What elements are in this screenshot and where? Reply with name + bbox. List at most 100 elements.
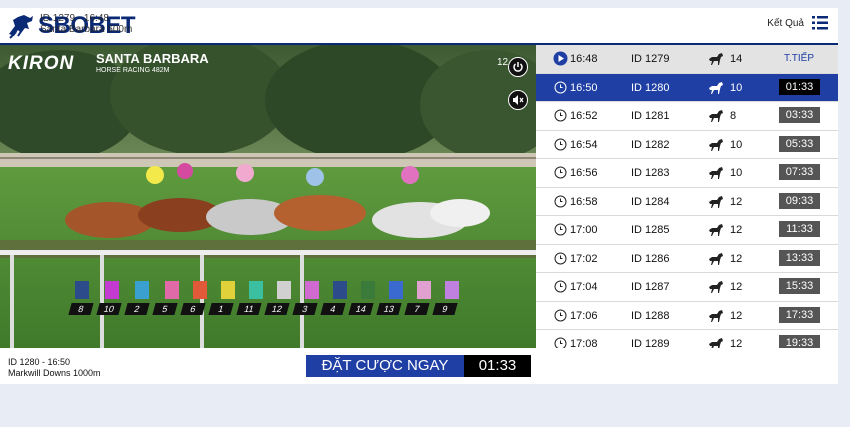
race-row[interactable]: 16:56 ID 1283 10 07:33 <box>536 159 838 188</box>
runner-number-badge: 7 <box>404 303 430 315</box>
race-row[interactable]: 16:50 ID 1280 10 01:33 <box>536 73 838 102</box>
horse-icon <box>709 281 723 293</box>
race-id: ID 1279 <box>631 53 670 65</box>
horse-logo-icon <box>9 15 33 39</box>
race-status-label: T.TIẾP <box>784 53 815 64</box>
speaker-muted-icon <box>513 95 524 105</box>
race-row[interactable]: 16:52 ID 1281 8 03:33 <box>536 102 838 131</box>
power-button[interactable] <box>508 57 528 77</box>
race-id: ID 1288 <box>631 309 670 322</box>
horse-icon <box>709 138 723 151</box>
runner-number-badge: 11 <box>236 303 262 315</box>
race-time: 17:04 <box>570 281 598 293</box>
horse-icon <box>709 224 723 236</box>
race-countdown-badge: 07:33 <box>779 164 820 180</box>
runner-number-badge: 8 <box>68 303 94 315</box>
race-id: ID 1282 <box>631 138 670 151</box>
race-time: 16:50 <box>570 81 598 94</box>
race-id: ID 1281 <box>631 110 670 122</box>
runner-number-badge: 9 <box>432 303 458 315</box>
race-row[interactable]: 17:00 ID 1285 12 11:33 <box>536 216 838 245</box>
video-timer: 12 <box>497 57 509 68</box>
runner-number-badge: 13 <box>376 303 402 315</box>
overlay-race-id: ID 1279 - 16:48 <box>40 13 109 24</box>
clock-icon <box>554 223 567 236</box>
runner-count: 12 <box>730 309 743 322</box>
results-label: Kết Quả <box>767 17 804 29</box>
clock-icon <box>554 252 567 264</box>
clock-icon <box>554 280 567 293</box>
clock-icon <box>554 166 567 179</box>
clock-icon <box>554 309 567 321</box>
race-row[interactable]: 16:48 ID 1279 14 T.TIẾP <box>536 45 838 74</box>
power-icon <box>513 62 523 72</box>
bottom-bar: ID 1280 - 16:50 Markwill Downs 1000m ĐẶT… <box>0 348 838 384</box>
overlay-race-venue: Santa Barbara 600m <box>40 24 133 35</box>
runner-number-badge: 4 <box>320 303 346 315</box>
race-countdown-badge: 13:33 <box>779 249 820 266</box>
venue-name: SANTA BARBARA <box>96 51 209 66</box>
runner-number-badge: 2 <box>124 303 150 315</box>
current-race-id: ID 1280 - 16:50 <box>8 357 71 367</box>
runner-number-row: 8 10 2 5 6 1 11 12 3 4 14 13 7 9 <box>68 303 458 315</box>
header: SBOBET ID 1279 - 16:48 Santa Barbara 600… <box>0 8 838 44</box>
race-time: 16:56 <box>570 167 598 179</box>
runner-count: 14 <box>730 53 743 65</box>
list-menu-icon <box>812 16 828 30</box>
runner-number-badge: 10 <box>96 303 122 315</box>
venue-subtitle: HORSE RACING 482M <box>96 67 170 74</box>
race-row[interactable]: 16:58 ID 1284 12 09:33 <box>536 187 838 216</box>
race-countdown-badge: 01:33 <box>779 78 820 95</box>
race-time: 16:54 <box>570 138 598 151</box>
race-countdown-badge: 15:33 <box>779 278 820 294</box>
bet-now-button[interactable]: ĐẶT CƯỢC NGAY <box>306 355 464 377</box>
race-row[interactable]: 17:02 ID 1286 12 13:33 <box>536 244 838 273</box>
runner-number-badge: 12 <box>264 303 290 315</box>
current-race-info: ID 1280 - 16:50 Markwill Downs 1000m <box>8 357 101 379</box>
horse-icon <box>709 309 723 322</box>
race-countdown-badge: 17:33 <box>779 306 820 323</box>
results-button[interactable]: Kết Quả <box>767 16 828 30</box>
race-time: 17:00 <box>570 224 598 236</box>
race-time: 16:58 <box>570 195 598 208</box>
clock-icon <box>554 138 567 150</box>
overlay-race-info: ID 1279 - 16:48 Santa Barbara 600m <box>40 13 132 35</box>
race-id: ID 1283 <box>631 167 670 179</box>
horse-icon <box>709 195 723 208</box>
race-time: 17:02 <box>570 252 598 265</box>
race-id: ID 1284 <box>631 195 670 208</box>
runner-number-badge: 3 <box>292 303 318 315</box>
race-id: ID 1287 <box>631 281 670 293</box>
race-countdown-badge: 03:33 <box>779 107 820 123</box>
horse-icon <box>709 167 723 179</box>
race-countdown-badge: 11:33 <box>779 221 820 237</box>
mute-button[interactable] <box>508 90 528 110</box>
race-video[interactable]: KIRON SANTA BARBARA HORSE RACING 482M 12… <box>0 45 536 348</box>
horse-icon <box>709 110 723 122</box>
runner-count: 12 <box>730 252 743 265</box>
bet-countdown: 01:33 <box>464 355 531 377</box>
race-row[interactable]: 17:06 ID 1288 12 17:33 <box>536 301 838 330</box>
race-row[interactable]: 17:04 ID 1287 12 15:33 <box>536 273 838 302</box>
race-id: ID 1280 <box>631 81 670 94</box>
race-countdown-badge: 09:33 <box>779 192 820 209</box>
runner-count: 8 <box>730 110 737 122</box>
runner-number-badge: 1 <box>208 303 234 315</box>
runner-number-badge: 6 <box>180 303 206 315</box>
clock-icon <box>554 81 567 93</box>
runner-number-badge: 14 <box>348 303 374 315</box>
race-countdown-badge: 05:33 <box>779 135 820 152</box>
horse-icon <box>709 53 723 65</box>
race-time: 16:48 <box>570 53 598 65</box>
runner-count: 10 <box>730 167 743 179</box>
app-frame: SBOBET ID 1279 - 16:48 Santa Barbara 600… <box>0 8 838 384</box>
runner-count: 12 <box>730 224 743 236</box>
play-icon <box>553 51 568 66</box>
runner-count: 10 <box>730 81 743 94</box>
horse-icon <box>709 81 723 94</box>
runner-count: 10 <box>730 138 743 151</box>
race-time: 17:06 <box>570 309 598 322</box>
current-race-venue: Markwill Downs 1000m <box>8 368 101 378</box>
race-row[interactable]: 16:54 ID 1282 10 05:33 <box>536 130 838 159</box>
race-time: 16:52 <box>570 110 598 122</box>
